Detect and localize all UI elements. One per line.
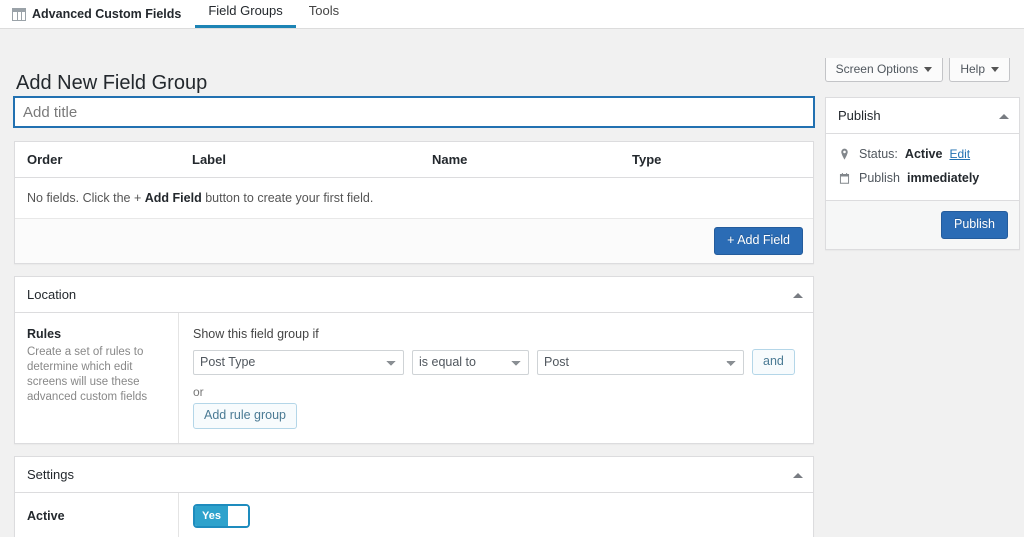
page-wrap: Order Label Name Type No fields. Click t… <box>0 97 1024 537</box>
location-caption: Show this field group if <box>193 327 799 341</box>
add-field-button[interactable]: + Add Field <box>714 227 803 255</box>
location-body: Rules Create a set of rules to determine… <box>15 313 813 443</box>
status-label: Status: <box>859 146 898 162</box>
setting-row-active: Active Yes <box>15 493 813 537</box>
tab-tools[interactable]: Tools <box>296 2 352 28</box>
tab-field-groups[interactable]: Field Groups <box>195 2 295 28</box>
column-header-type: Type <box>620 142 813 178</box>
active-toggle[interactable]: Yes <box>193 504 250 528</box>
location-rules-info: Rules Create a set of rules to determine… <box>15 313 179 443</box>
screen-options-button[interactable]: Screen Options <box>825 58 944 82</box>
add-rule-group-button[interactable]: Add rule group <box>193 403 297 429</box>
meta-buttons: Screen Options Help <box>825 58 1010 82</box>
publish-panel-header: Publish <box>826 98 1019 134</box>
acf-top-tab-bar: Advanced Custom Fields Field Groups Tool… <box>0 0 1024 29</box>
page-title: Add New Field Group <box>16 72 207 94</box>
fields-footer: + Add Field <box>15 219 813 263</box>
rule-param-select[interactable]: Post Type <box>193 350 404 375</box>
brand-label: Advanced Custom Fields <box>32 7 181 21</box>
empty-text-strong: Add Field <box>145 191 202 205</box>
rules-heading: Rules <box>27 327 166 341</box>
and-button[interactable]: and <box>752 349 795 375</box>
location-panel: Location Rules Create a set of rules to … <box>14 276 814 444</box>
tab-tools-label: Tools <box>309 3 339 18</box>
setting-label-active: Active <box>15 493 179 537</box>
empty-text-post: button to create your first field. <box>202 191 374 205</box>
rules-description: Create a set of rules to determine which… <box>27 345 166 405</box>
publish-footer: Publish <box>826 200 1019 249</box>
fields-table: Order Label Name Type No fields. Click t… <box>15 142 813 219</box>
location-rules-controls: Show this field group if Post Type is eq… <box>179 313 813 443</box>
settings-panel: Settings Active Yes Style <box>14 456 814 537</box>
status-value: Active <box>905 146 943 162</box>
main-column: Order Label Name Type No fields. Click t… <box>14 97 814 537</box>
publish-panel-title: Publish <box>838 108 881 123</box>
schedule-prefix: Publish <box>859 170 900 186</box>
publish-body: Status: Active Edit Publish immediately <box>826 134 1019 200</box>
settings-panel-title: Settings <box>27 467 74 482</box>
collapse-toggle-icon[interactable] <box>793 473 803 478</box>
grid-icon <box>12 8 26 21</box>
setting-control-active: Yes <box>179 493 813 537</box>
column-header-order: Order <box>15 142 180 178</box>
fields-table-header-row: Order Label Name Type <box>15 142 813 178</box>
content-columns: Order Label Name Type No fields. Click t… <box>14 97 1010 537</box>
fields-empty-row: No fields. Click the + Add Field button … <box>15 178 813 219</box>
fields-empty-message: No fields. Click the + Add Field button … <box>15 178 813 219</box>
location-panel-header: Location <box>15 277 813 313</box>
rule-operator-select[interactable]: is equal to <box>412 350 529 375</box>
calendar-icon <box>837 171 852 186</box>
chevron-down-icon <box>924 67 932 72</box>
tab-field-groups-label: Field Groups <box>208 3 282 18</box>
header-strip: Screen Options Help Add New Field Group <box>0 29 1024 70</box>
or-label: or <box>193 385 799 399</box>
acf-brand: Advanced Custom Fields <box>8 7 195 28</box>
column-header-name: Name <box>420 142 620 178</box>
collapse-toggle-icon[interactable] <box>793 293 803 298</box>
settings-panel-header: Settings <box>15 457 813 493</box>
schedule-value: immediately <box>907 170 979 186</box>
side-column: Publish Status: Active Edit <box>825 97 1020 262</box>
empty-text-pre: No fields. Click the + <box>27 191 145 205</box>
publish-panel: Publish Status: Active Edit <box>825 97 1020 250</box>
chevron-down-icon <box>991 67 999 72</box>
column-header-label: Label <box>180 142 420 178</box>
active-toggle-knob <box>228 506 248 526</box>
publish-button[interactable]: Publish <box>941 211 1008 239</box>
publish-status-line: Status: Active Edit <box>837 142 1008 166</box>
help-label: Help <box>960 62 985 76</box>
fields-panel: Order Label Name Type No fields. Click t… <box>14 141 814 264</box>
rule-value-select[interactable]: Post <box>537 350 744 375</box>
pin-icon <box>837 147 852 162</box>
active-toggle-label: Yes <box>195 506 228 526</box>
rule-row: Post Type is equal to Post and <box>193 349 799 375</box>
collapse-toggle-icon[interactable] <box>999 114 1009 119</box>
title-input[interactable] <box>14 97 814 127</box>
status-edit-link[interactable]: Edit <box>949 146 970 162</box>
location-panel-title: Location <box>27 287 76 302</box>
help-button[interactable]: Help <box>949 58 1010 82</box>
screen-options-label: Screen Options <box>836 62 919 76</box>
publish-schedule-line: Publish immediately <box>837 166 1008 190</box>
